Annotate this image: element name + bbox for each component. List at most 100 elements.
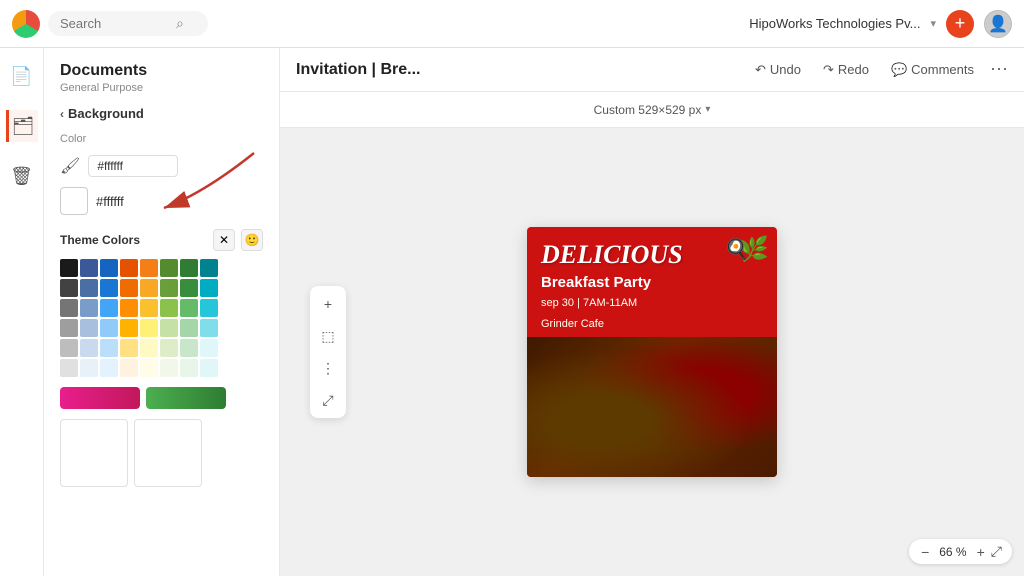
zoom-expand-icon[interactable]: ⤢	[991, 543, 1002, 560]
color-swatch[interactable]	[60, 359, 78, 377]
color-swatch[interactable]	[100, 279, 118, 297]
color-grid	[44, 255, 279, 383]
color-swatch[interactable]	[80, 259, 98, 277]
search-input[interactable]	[60, 16, 170, 31]
color-swatch[interactable]	[100, 359, 118, 377]
design-card[interactable]: DELICIOUS Breakfast Party sep 30 | 7AM-1…	[527, 227, 777, 477]
design-subtitle: Breakfast Party	[541, 274, 763, 291]
avatar[interactable]: 👤	[984, 10, 1012, 38]
comments-icon: 💬	[891, 62, 907, 78]
color-swatch[interactable]	[80, 359, 98, 377]
main-layout: 📄 🗂 🗑 Documents General Purpose ‹ Backgr…	[0, 48, 1024, 576]
color-swatch[interactable]	[140, 339, 158, 357]
icon-bar-document[interactable]: 🗂	[6, 110, 38, 142]
canvas-grid-tool[interactable]: ⋮	[314, 354, 342, 382]
color-swatch[interactable]	[120, 299, 138, 317]
color-swatch[interactable]	[180, 319, 198, 337]
color-swatch[interactable]	[200, 339, 218, 357]
canvas-content: + ⬚ ⋮ ⤢ DELICIOUS Breakfast Party sep 30…	[280, 128, 1024, 576]
color-swatch[interactable]	[200, 259, 218, 277]
topbar: ⌕ HipoWorks Technologies Pv... ▾ + 👤	[0, 0, 1024, 48]
color-swatch[interactable]	[200, 359, 218, 377]
color-swatch[interactable]	[60, 279, 78, 297]
add-button[interactable]: +	[946, 10, 974, 38]
zoom-value: 66 %	[935, 545, 970, 559]
sidebar-header: Documents General Purpose	[44, 48, 279, 98]
color-swatch[interactable]	[80, 339, 98, 357]
canvas-crop-tool[interactable]: ⤢	[314, 386, 342, 414]
color-swatch[interactable]	[140, 299, 158, 317]
color-swatch[interactable]	[100, 299, 118, 317]
color-swatch[interactable]	[80, 319, 98, 337]
comments-label: Comments	[911, 62, 974, 77]
color-swatch[interactable]	[60, 319, 78, 337]
undo-button[interactable]: ↶ Undo	[749, 58, 807, 82]
design-card-inner: DELICIOUS Breakfast Party sep 30 | 7AM-1…	[527, 227, 777, 477]
food-image	[527, 337, 777, 477]
color-swatch[interactable]	[60, 339, 78, 357]
sidebar-title: Documents	[60, 62, 263, 80]
color-swatch[interactable]	[120, 279, 138, 297]
color-swatch[interactable]	[100, 339, 118, 357]
color-swatch[interactable]	[60, 299, 78, 317]
icon-bar-trash[interactable]: 🗑	[6, 160, 38, 192]
canvas-size-chevron-icon[interactable]: ▾	[705, 104, 710, 115]
color-swatch[interactable]	[140, 319, 158, 337]
color-swatch[interactable]	[140, 279, 158, 297]
color-swatch[interactable]	[120, 319, 138, 337]
sidebar-back-button[interactable]: ‹ Background	[44, 98, 279, 129]
color-swatch[interactable]	[80, 299, 98, 317]
color-swatch[interactable]	[100, 259, 118, 277]
pattern-white[interactable]	[60, 419, 128, 487]
color-preview-row: #ffffff	[44, 183, 279, 223]
color-swatch[interactable]	[180, 299, 198, 317]
icon-bar-file[interactable]: 📄	[6, 60, 38, 92]
search-bar[interactable]: ⌕	[48, 11, 208, 36]
color-swatch[interactable]	[160, 259, 178, 277]
color-swatch[interactable]	[140, 359, 158, 377]
company-chevron-icon: ▾	[930, 17, 936, 30]
color-swatch[interactable]	[160, 319, 178, 337]
color-swatch[interactable]	[100, 319, 118, 337]
color-swatch[interactable]	[140, 259, 158, 277]
color-hex-input[interactable]	[88, 155, 178, 177]
color-swatch[interactable]	[200, 279, 218, 297]
color-swatch[interactable]	[180, 279, 198, 297]
color-swatch[interactable]	[180, 359, 198, 377]
zoom-out-button[interactable]: −	[919, 544, 931, 560]
redo-button[interactable]: ↷ Redo	[817, 58, 875, 82]
color-swatch[interactable]	[180, 339, 198, 357]
theme-magic-icon[interactable]: ✕	[213, 229, 235, 251]
color-swatch[interactable]	[160, 299, 178, 317]
color-swatch[interactable]	[80, 279, 98, 297]
canvas-toolbar: Invitation | Bre... ↶ Undo ↷ Redo 💬 Comm…	[280, 48, 1024, 92]
color-preview-box[interactable]	[60, 187, 88, 215]
canvas-size-bar: Custom 529×529 px ▾	[280, 92, 1024, 128]
undo-label: Undo	[770, 62, 801, 77]
canvas-add-tool[interactable]: +	[314, 290, 342, 318]
comments-button[interactable]: 💬 Comments	[885, 58, 980, 82]
logo-icon[interactable]	[12, 10, 40, 38]
gradient-green[interactable]	[146, 387, 226, 409]
color-swatch[interactable]	[120, 359, 138, 377]
icon-bar: 📄 🗂 🗑	[0, 48, 44, 576]
color-swatch[interactable]	[160, 339, 178, 357]
canvas-layers-tool[interactable]: ⬚	[314, 322, 342, 350]
topbar-right: HipoWorks Technologies Pv... ▾ + 👤	[749, 10, 1012, 38]
undo-icon: ↶	[755, 62, 766, 78]
color-swatch[interactable]	[200, 319, 218, 337]
gradient-pink[interactable]	[60, 387, 140, 409]
color-swatch[interactable]	[160, 279, 178, 297]
more-options-icon[interactable]: ⋯	[990, 59, 1008, 80]
pattern-dots[interactable]	[134, 419, 202, 487]
egg-decoration: 🍳	[724, 237, 749, 262]
color-swatch[interactable]	[60, 259, 78, 277]
color-swatch[interactable]	[160, 359, 178, 377]
gradient-row	[44, 383, 279, 415]
color-swatch[interactable]	[180, 259, 198, 277]
color-swatch[interactable]	[200, 299, 218, 317]
theme-emoji-icon[interactable]: 🙂	[241, 229, 263, 251]
color-swatch[interactable]	[120, 339, 138, 357]
zoom-in-button[interactable]: +	[975, 544, 987, 560]
color-swatch[interactable]	[120, 259, 138, 277]
